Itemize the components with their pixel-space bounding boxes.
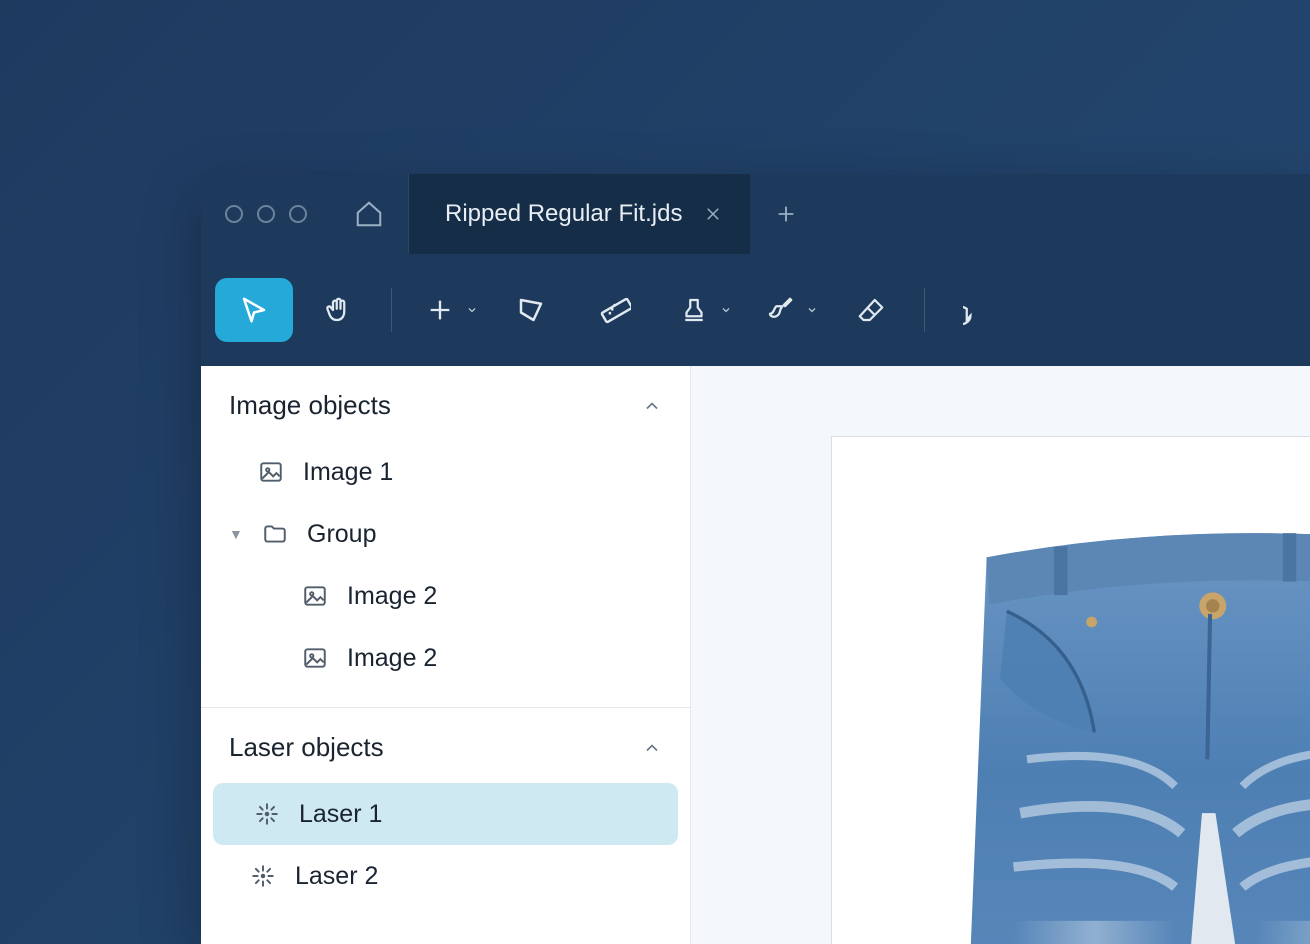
chevron-down-icon [720,304,732,316]
canvas-area[interactable]: Jeans [691,366,1310,944]
close-tab-button[interactable] [702,203,724,225]
layer-laser-1[interactable]: Laser 1 [213,783,678,845]
toolbar-divider [924,288,925,332]
chevron-down-icon [806,304,818,316]
artboard[interactable]: Jeans [831,436,1310,944]
caret-down-icon: ▼ [229,526,243,542]
chevron-up-icon [642,738,662,758]
image-objects-panel-header[interactable]: Image objects [201,366,690,441]
layer-label: Image 2 [347,644,437,673]
titlebar: Ripped Regular Fit.jds [201,174,1310,254]
layer-label: Laser 2 [295,862,378,891]
folder-icon [261,520,289,548]
laser-icon [253,800,281,828]
panel-title: Image objects [229,390,391,421]
layers-sidebar: Image objects Image 1 ▼ Group [201,366,691,944]
close-window-button[interactable] [225,205,243,223]
layer-label: Group [307,520,376,549]
add-tool[interactable] [406,278,486,342]
stamp-tool[interactable] [660,278,740,342]
window-controls [201,205,307,223]
chevron-down-icon [466,304,478,316]
polygon-tool[interactable] [492,278,570,342]
select-tool[interactable] [215,278,293,342]
layer-group[interactable]: ▼ Group [201,503,690,565]
document-tab[interactable]: Ripped Regular Fit.jds [409,174,750,254]
jeans-image: Jeans [922,517,1310,944]
comment-tool[interactable] [939,278,1017,342]
layer-laser-2[interactable]: Laser 2 [201,845,690,907]
layer-image-1[interactable]: Image 1 [201,441,690,503]
brush-tool[interactable] [746,278,826,342]
workspace: Image objects Image 1 ▼ Group [201,366,1310,944]
new-tab-button[interactable] [750,174,822,254]
image-icon [257,458,285,486]
document-tab-label: Ripped Regular Fit.jds [445,200,682,228]
pan-tool[interactable] [299,278,377,342]
panel-title: Laser objects [229,732,384,763]
maximize-window-button[interactable] [289,205,307,223]
home-button[interactable] [329,174,409,254]
image-icon [301,582,329,610]
app-window: Ripped Regular Fit.jds [201,174,1310,944]
eraser-tool[interactable] [832,278,910,342]
laser-objects-panel-header[interactable]: Laser objects [201,708,690,783]
toolbar [201,254,1310,366]
ruler-tool[interactable] [576,278,654,342]
layer-label: Image 1 [303,458,393,487]
layer-image-2b[interactable]: Image 2 [201,627,690,689]
image-icon [301,644,329,672]
layer-image-2a[interactable]: Image 2 [201,565,690,627]
chevron-up-icon [642,396,662,416]
layer-label: Laser 1 [299,800,382,829]
toolbar-divider [391,288,392,332]
layer-label: Image 2 [347,582,437,611]
minimize-window-button[interactable] [257,205,275,223]
laser-icon [249,862,277,890]
